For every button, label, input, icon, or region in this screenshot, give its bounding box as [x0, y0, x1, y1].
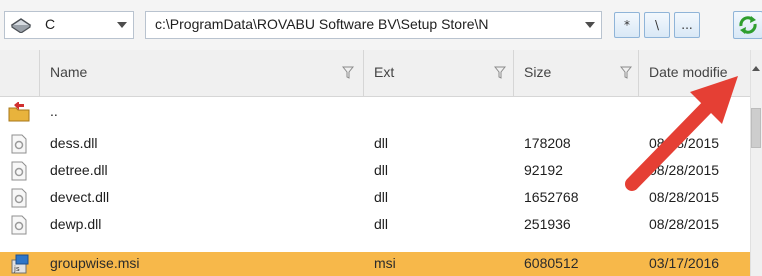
svg-text:js: js: [13, 265, 20, 273]
column-header: Name Ext Size Date modifie: [0, 50, 750, 97]
drive-label: C: [45, 16, 56, 32]
file-name: detree.dll: [50, 162, 108, 178]
chevron-down-icon[interactable]: [585, 22, 595, 28]
file-size: 92192: [524, 162, 563, 178]
column-date-label: Date modifie: [649, 64, 728, 80]
drive-selector[interactable]: C: [4, 11, 134, 39]
column-date[interactable]: Date modifie: [639, 50, 750, 96]
column-size-label: Size: [524, 64, 552, 80]
file-ext: dll: [374, 216, 389, 232]
list-item[interactable]: dess.dll dll 178208 08/28/2015: [0, 132, 750, 156]
msi-installer-icon: js: [11, 254, 29, 274]
column-ext-label: Ext: [374, 64, 395, 80]
ellipsis-label: ...: [681, 18, 693, 32]
column-name-label: Name: [50, 64, 88, 80]
list-item[interactable]: detree.dll dll 92192 08/28/2015: [0, 159, 750, 183]
list-item-selected[interactable]: js groupwise.msi msi 6080512 03/17/2016: [0, 252, 750, 276]
refresh-button[interactable]: [733, 11, 762, 39]
file-ext: dll: [374, 189, 389, 205]
file-size: 6080512: [524, 255, 579, 271]
file-date: 03/17/2016: [649, 255, 720, 271]
scroll-up-arrow-icon[interactable]: [752, 66, 760, 71]
file-ext: msi: [374, 255, 396, 271]
path-toolbar: C c:\ProgramData\ROVABU Software BV\Setu…: [0, 0, 762, 50]
list-item-parent[interactable]: ..: [0, 100, 750, 124]
dll-file-icon: [11, 188, 27, 208]
file-name: dess.dll: [50, 135, 98, 151]
scrollbar-thumb[interactable]: [751, 108, 761, 148]
file-size: 1652768: [524, 189, 579, 205]
file-name: devect.dll: [50, 189, 110, 205]
file-date: 08/28/2015: [649, 135, 720, 151]
file-ext: dll: [374, 162, 389, 178]
file-size: 178208: [524, 135, 571, 151]
path-input[interactable]: c:\ProgramData\ROVABU Software BV\Setup …: [145, 11, 602, 39]
file-date: 08/28/2015: [649, 189, 720, 205]
header-icon-column: [0, 50, 40, 96]
file-name: ..: [50, 103, 58, 119]
parent-folder-button[interactable]: ...: [674, 12, 700, 38]
file-size: 251936: [524, 216, 571, 232]
path-value: c:\ProgramData\ROVABU Software BV\Setup …: [155, 16, 489, 32]
list-item[interactable]: dewp.dll dll 251936 08/28/2015: [0, 213, 750, 237]
filter-all-button[interactable]: *: [614, 12, 640, 38]
filter-icon[interactable]: [494, 66, 506, 79]
hard-drive-icon: [10, 18, 32, 33]
file-ext: dll: [374, 135, 389, 151]
dll-file-icon: [11, 134, 27, 154]
backslash-label: \: [654, 18, 660, 32]
file-date: 08/28/2015: [649, 162, 720, 178]
file-date: 08/28/2015: [649, 216, 720, 232]
dll-file-icon: [11, 161, 27, 181]
folder-up-icon: [8, 102, 30, 122]
file-name: dewp.dll: [50, 216, 102, 232]
dll-file-icon: [11, 215, 27, 235]
file-name: groupwise.msi: [50, 255, 140, 271]
star-label: *: [624, 18, 630, 32]
column-size[interactable]: Size: [514, 50, 639, 96]
refresh-icon: [739, 16, 757, 34]
column-ext[interactable]: Ext: [364, 50, 514, 96]
vertical-scrollbar[interactable]: [750, 50, 762, 276]
root-folder-button[interactable]: \: [644, 12, 670, 38]
list-item[interactable]: devect.dll dll 1652768 08/28/2015: [0, 186, 750, 210]
column-name[interactable]: Name: [40, 50, 364, 96]
filter-icon[interactable]: [620, 66, 632, 79]
filter-icon[interactable]: [342, 66, 354, 79]
chevron-down-icon[interactable]: [117, 22, 127, 28]
